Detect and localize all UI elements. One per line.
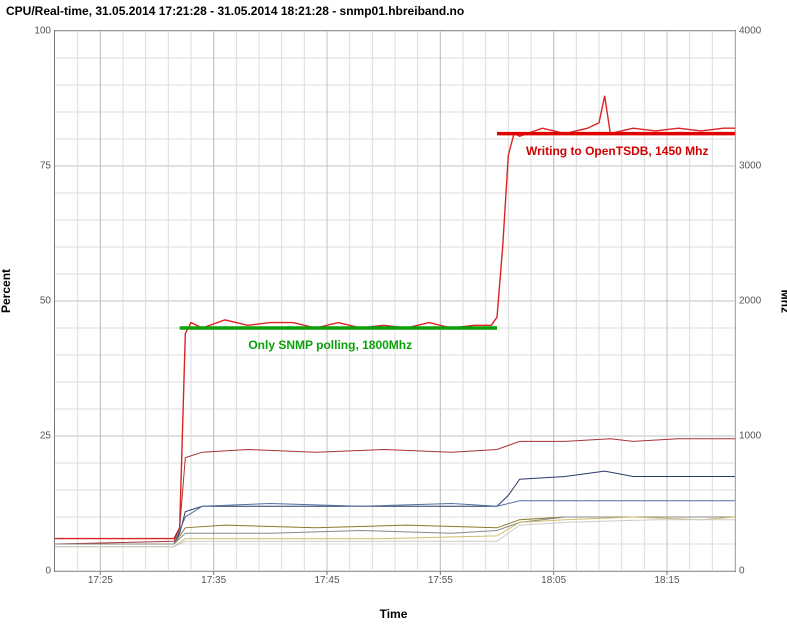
y-left-tick: 75 [40, 161, 55, 172]
x-tick: 17:25 [88, 571, 113, 586]
y-left-tick: 50 [40, 296, 55, 307]
y-right-tick: 2000 [735, 296, 761, 307]
y-axis-left-label: Percent [0, 268, 13, 312]
y-left-tick: 25 [40, 431, 55, 442]
y-right-tick: 3000 [735, 161, 761, 172]
annotation-layer [55, 31, 735, 571]
chart-title: CPU/Real-time, 31.05.2014 17:21:28 - 31.… [6, 4, 464, 18]
y-left-tick: 0 [45, 566, 55, 577]
y-right-tick: 4000 [735, 26, 761, 37]
x-tick: 18:05 [541, 571, 566, 586]
x-tick: 17:35 [201, 571, 226, 586]
y-right-tick: 0 [735, 566, 745, 577]
x-axis-label: Time [380, 607, 408, 621]
plot-area: 02550751000100020003000400017:2517:3517:… [54, 30, 736, 572]
x-tick: 17:45 [314, 571, 339, 586]
cpu-realtime-chart: CPU/Real-time, 31.05.2014 17:21:28 - 31.… [0, 0, 787, 625]
y-right-tick: 1000 [735, 431, 761, 442]
y-left-tick: 100 [34, 26, 55, 37]
y-axis-right-label: Mhz [778, 289, 787, 312]
x-tick: 18:15 [654, 571, 679, 586]
x-tick: 17:55 [428, 571, 453, 586]
